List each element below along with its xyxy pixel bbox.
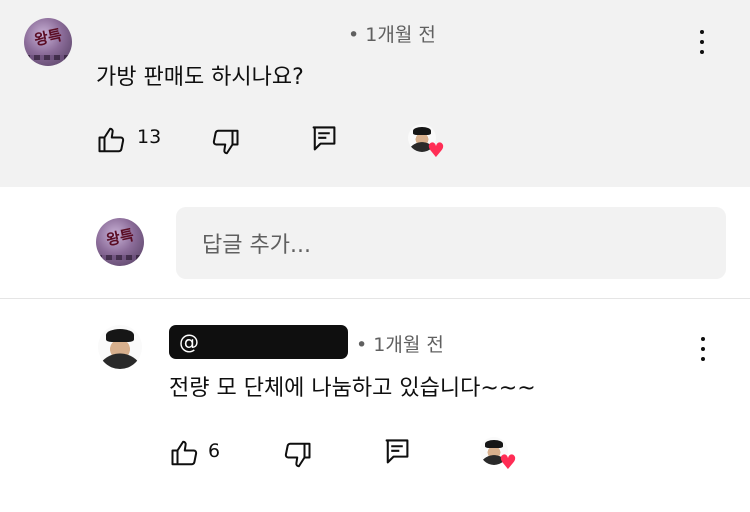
comment-timestamp: • 1개월 전 <box>348 24 436 46</box>
commenter-avatar[interactable]: 왕특 <box>24 18 72 66</box>
dislike-icon[interactable] <box>210 127 240 157</box>
reply-timestamp: • 1개월 전 <box>356 334 444 356</box>
divider <box>0 298 750 299</box>
reply-author-handle[interactable]: @ <box>169 325 348 359</box>
reply-icon[interactable] <box>310 124 338 154</box>
reply-input[interactable]: 답글 추가... <box>176 207 726 279</box>
comment-more-button[interactable] <box>699 30 705 54</box>
reply-text: 전량 모 단체에 나눔하고 있습니다~~~ <box>169 376 536 401</box>
heart-icon: ♥ <box>427 138 445 162</box>
comment-text: 가방 판매도 하시나요? <box>96 65 304 90</box>
dislike-icon[interactable] <box>282 440 312 470</box>
comment-like-count: 13 <box>137 126 162 148</box>
reply-more-button[interactable] <box>700 337 706 361</box>
reply-like-count: 6 <box>208 440 221 462</box>
current-user-avatar: 왕특 <box>96 218 144 266</box>
reply-input-placeholder: 답글 추가... <box>202 233 311 258</box>
like-icon[interactable] <box>170 438 200 468</box>
heart-icon: ♥ <box>499 450 517 474</box>
reply-icon[interactable] <box>383 437 411 467</box>
like-icon[interactable] <box>97 125 127 155</box>
replier-avatar[interactable] <box>98 325 142 369</box>
